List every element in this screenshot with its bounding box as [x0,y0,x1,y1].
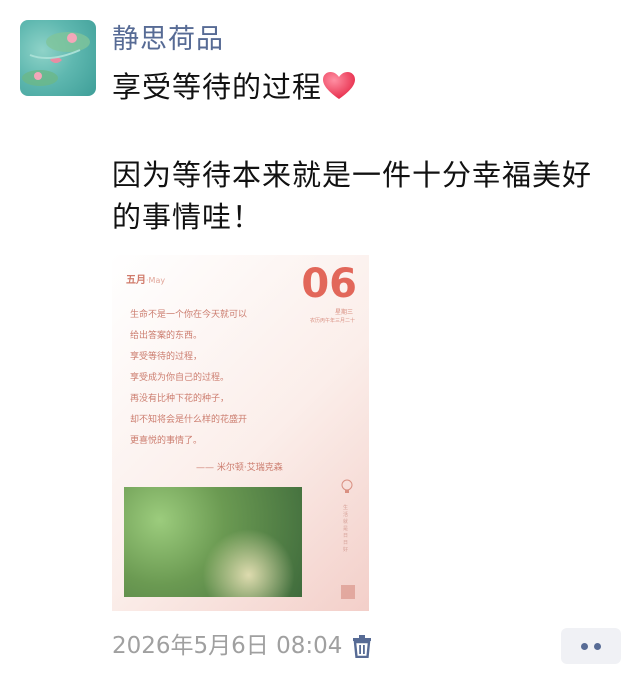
author-avatar[interactable] [20,20,96,96]
card-vertical-text: 生活就是日日好 [343,505,349,553]
card-day: 06 [301,261,357,307]
red-heart-icon [323,72,356,99]
post-line-2: 因为等待本来就是一件十分幸福美好 [112,158,593,192]
lightbulb-icon [341,479,353,493]
poem-line: 享受等待的过程， [130,352,203,362]
post-text: 享受等待的过程 因为等待本来就是一件十分幸福美好 的事情哇！ [112,66,612,238]
card-garden-photo [124,487,302,597]
more-dots-icon [581,643,588,650]
lotus-pond-avatar-icon [22,32,90,86]
card-attribution: —— 米尔顿·艾瑞克森 [196,463,283,473]
post-timestamp: 2026年5月6日 08:04 [112,633,343,659]
card-poem: 生命不是一个你在今天就可以 给出答案的东西。 享受等待的过程， 享受成为你自己的… [130,305,330,452]
card-month: 五月·May [126,275,166,286]
post-image-card[interactable]: 五月·May 06 星期三 农历丙午年三月二十 生命不是一个你在今天就可以 给出… [112,255,369,611]
trash-icon[interactable] [351,634,373,658]
poem-line: 更喜悦的事情了。 [130,436,203,446]
post-line-3: 的事情哇！ [112,200,263,234]
poem-line: 生命不是一个你在今天就可以 [130,310,248,320]
more-dots-icon [594,643,601,650]
poem-line: 享受成为你自己的过程。 [130,373,230,383]
poem-line: 再没有比种下花的种子， [130,394,230,404]
qr-code-icon [341,585,355,599]
more-actions-button[interactable] [561,628,621,664]
author-name[interactable]: 静思荷品 [112,20,224,60]
poem-line: 给出答案的东西。 [130,331,203,341]
card-weekday: 星期三 [334,309,353,316]
post-line-1: 享受等待的过程 [112,70,323,104]
poem-line: 却不知将会是什么样的花盛开 [130,415,248,425]
card-month-en: ·May [146,276,166,285]
